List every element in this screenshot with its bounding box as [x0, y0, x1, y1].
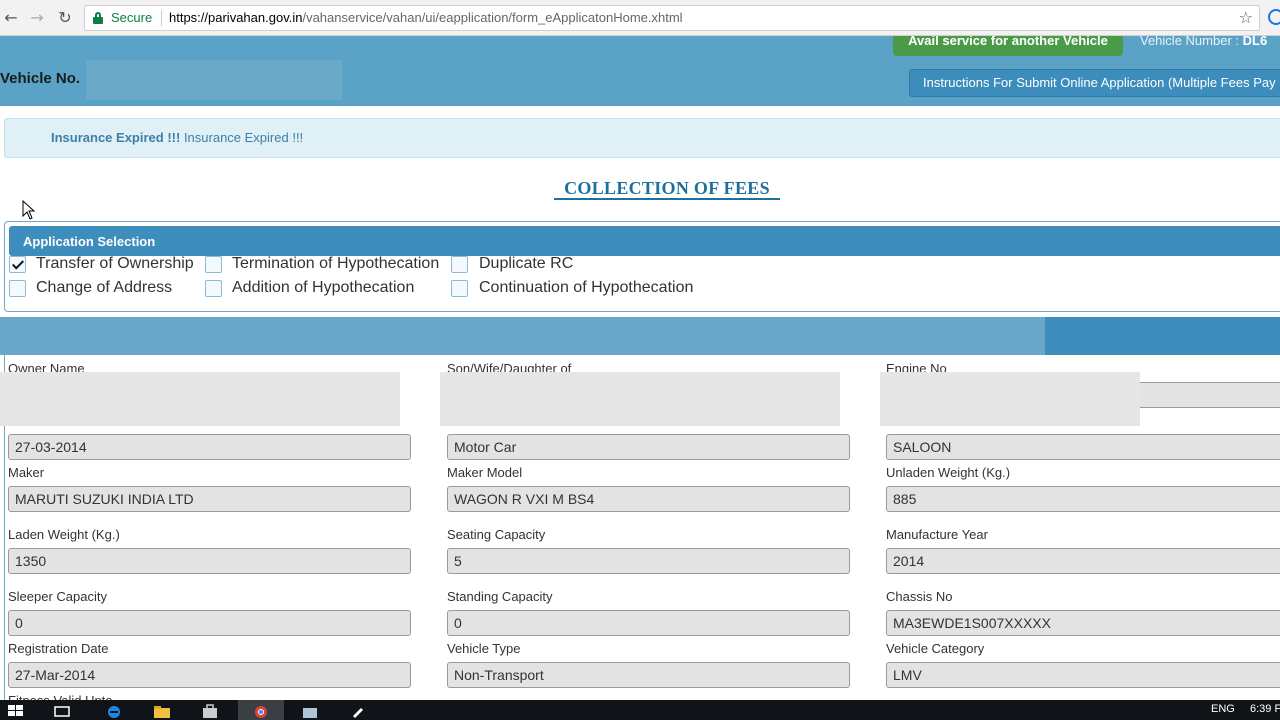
pen-app-icon[interactable]: [348, 704, 368, 718]
option-change-of-address[interactable]: Change of Address: [36, 279, 172, 297]
title-underline: [554, 198, 780, 200]
vehicle-number-value: DL6: [1242, 33, 1268, 48]
purchase-date-field: 27-03-2014: [8, 434, 411, 460]
checkbox-termination-of-hypothecation[interactable]: [205, 256, 222, 273]
vehicle-number-label: Vehicle Number :: [1140, 33, 1239, 48]
maker-label: Maker: [8, 465, 45, 480]
option-addition-of-hypothecation[interactable]: Addition of Hypothecation: [232, 279, 414, 297]
vehicle-category-field: LMV: [886, 662, 1280, 688]
vehicle-number-display: Vehicle Number : DL6: [1140, 33, 1267, 48]
application-selection-heading: Application Selection: [23, 234, 156, 249]
url-path: /vahanservice/vahan/ui/eapplication/form…: [302, 10, 683, 25]
message-detail: Insurance Expired !!!: [183, 130, 304, 145]
secure-label: Secure: [111, 10, 153, 25]
body-type-field: SALOON: [886, 434, 1280, 460]
message-summary: Insurance Expired !!!: [51, 130, 181, 145]
back-arrow-icon[interactable]: ←: [0, 7, 22, 29]
avail-service-button[interactable]: Avail service for another Vehicle: [893, 36, 1123, 56]
vehicle-type-label: Vehicle Type: [447, 641, 521, 656]
engine-no-redacted: [880, 372, 1140, 426]
option-termination-of-hypothecation[interactable]: Termination of Hypothecation: [232, 255, 439, 273]
unladen-weight-label: Unladen Weight (Kg.): [886, 465, 1011, 480]
browser-toolbar: ← → ↻ Secure https://parivahan.gov.in/va…: [0, 0, 1280, 36]
url-text[interactable]: https://parivahan.gov.in/vahanservice/va…: [169, 10, 683, 25]
sleeper-capacity-label: Sleeper Capacity: [8, 589, 107, 604]
windows-start-icon[interactable]: [6, 704, 26, 718]
checkbox-change-of-address[interactable]: [9, 280, 26, 297]
registration-date-field: 27-Mar-2014: [8, 662, 411, 688]
insurance-message-text: Insurance Expired !!! Insurance Expired …: [51, 130, 303, 145]
manufacture-year-field: 2014: [886, 548, 1280, 574]
edge-browser-icon[interactable]: [104, 704, 124, 718]
forward-arrow-icon[interactable]: →: [26, 7, 48, 29]
app-icon[interactable]: [300, 704, 320, 718]
seating-capacity-field: 5: [447, 548, 850, 574]
extension-icon[interactable]: [1268, 9, 1280, 25]
clock[interactable]: 6:39 F: [1250, 703, 1280, 715]
maker-field: MARUTI SUZUKI INDIA LTD: [8, 486, 411, 512]
page-header: Avail service for another Vehicle Vehicl…: [0, 33, 1280, 106]
vehicle-class-field: Motor Car: [447, 434, 850, 460]
option-continuation-of-hypothecation[interactable]: Continuation of Hypothecation: [479, 279, 693, 297]
standing-capacity-field: 0: [447, 610, 850, 636]
chrome-icon[interactable]: [251, 704, 271, 718]
vehicle-details-header-redacted: [0, 317, 1045, 355]
checkbox-transfer-of-ownership[interactable]: [9, 256, 26, 273]
mouse-cursor-icon: [22, 200, 36, 220]
address-separator: [161, 10, 162, 26]
standing-capacity-label: Standing Capacity: [447, 589, 553, 604]
checkbox-addition-of-hypothecation[interactable]: [205, 280, 222, 297]
laden-weight-label: Laden Weight (Kg.): [8, 527, 120, 542]
son-of-redacted: [440, 372, 840, 426]
chassis-no-label: Chassis No: [886, 589, 953, 604]
registration-date-label: Registration Date: [8, 641, 109, 656]
vehicle-category-label: Vehicle Category: [886, 641, 985, 656]
store-icon[interactable]: [200, 704, 220, 718]
chassis-no-field: MA3EWDE1S007XXXXX: [886, 610, 1280, 636]
instructions-button[interactable]: Instructions For Submit Online Applicati…: [909, 69, 1280, 97]
reload-icon[interactable]: ↻: [54, 7, 76, 29]
page-title: COLLECTION OF FEES: [564, 178, 770, 198]
url-host: https://parivahan.gov.in: [169, 10, 303, 25]
windows-taskbar: ENG 6:39 F: [0, 700, 1280, 720]
seating-capacity-label: Seating Capacity: [447, 527, 546, 542]
file-explorer-icon[interactable]: [152, 704, 172, 718]
vehicle-no-redacted: [86, 60, 342, 100]
application-selection-panel: Application Selection Transfer of Owners…: [4, 221, 1280, 312]
laden-weight-field: 1350: [8, 548, 411, 574]
checkbox-duplicate-rc[interactable]: [451, 256, 468, 273]
option-transfer-of-ownership[interactable]: Transfer of Ownership: [36, 255, 194, 273]
application-selection-header: Application Selection: [9, 226, 1280, 256]
manufacture-year-label: Manufacture Year: [886, 527, 988, 542]
option-duplicate-rc[interactable]: Duplicate RC: [479, 255, 573, 273]
maker-model-field: WAGON R VXI M BS4: [447, 486, 850, 512]
checkbox-continuation-of-hypothecation[interactable]: [451, 280, 468, 297]
vehicle-no-label: Vehicle No.: [0, 70, 81, 87]
insurance-message: Insurance Expired !!! Insurance Expired …: [4, 118, 1280, 158]
maker-model-label: Maker Model: [447, 465, 523, 480]
vehicle-type-field: Non-Transport: [447, 662, 850, 688]
sleeper-capacity-field: 0: [8, 610, 411, 636]
task-view-icon[interactable]: [52, 704, 72, 718]
language-indicator[interactable]: ENG: [1211, 703, 1235, 715]
owner-name-redacted: [0, 372, 400, 426]
address-bar[interactable]: Secure https://parivahan.gov.in/vahanser…: [84, 5, 1260, 31]
lock-icon: [93, 12, 103, 24]
unladen-weight-field: 885: [886, 486, 1280, 512]
bookmark-star-icon[interactable]: ☆: [1239, 8, 1253, 27]
